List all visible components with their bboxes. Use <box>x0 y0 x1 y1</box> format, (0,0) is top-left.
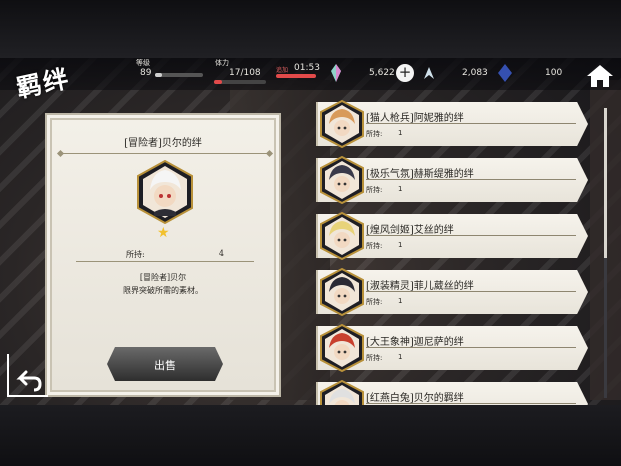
card-owned-label: 所持: <box>366 242 383 250</box>
description-line-2: 限界突破所需的素材。 <box>123 286 203 295</box>
crystal-count: 5,622 <box>369 68 395 78</box>
card-name: [煌风剑姬]艾丝的绊 <box>366 225 454 236</box>
card-owned-value: 1 <box>398 297 403 305</box>
item-description: [冒险者]贝尔 限界突破所需的素材。 <box>52 271 274 297</box>
character-portrait-icon <box>320 268 364 316</box>
bottom-band <box>0 405 621 466</box>
card-owned-value: 1 <box>398 129 403 137</box>
bond-card[interactable]: [红燕白兔]贝尔的羁绊所持:1 <box>310 380 590 405</box>
card-name: [淑装精灵]菲儿葳丝的绊 <box>366 281 474 292</box>
sell-button-label: 出售 <box>154 359 176 372</box>
card-owned-value: 1 <box>398 185 403 193</box>
timer-label: 追加 <box>276 67 289 74</box>
character-portrait-icon <box>320 380 364 405</box>
bond-list: [猫人枪兵]阿妮雅的绊 所持: 1 [极乐气氛]赫斯缇雅的绊 所持: 1 [煌风剑姬]艾丝的… <box>310 100 590 405</box>
card-divider <box>366 123 576 124</box>
currency2-count: 2,083 <box>462 68 488 78</box>
character-portrait-icon <box>320 324 364 372</box>
star-icon: ★ <box>157 225 170 241</box>
card-name: [猫人枪兵]阿妮雅的绊 <box>366 113 464 124</box>
owned-label: 所持: <box>126 250 145 259</box>
owned-value: 4 <box>218 249 224 258</box>
scrollbar-thumb[interactable] <box>604 108 607 258</box>
card-divider <box>366 235 576 236</box>
card-owned-value: 1 <box>398 353 403 361</box>
card-owned-label: 所持: <box>366 298 383 306</box>
stamina-progress-bar <box>214 80 266 84</box>
bond-card[interactable]: [猫人枪兵]阿妮雅的绊 所持: 1 <box>310 100 590 148</box>
home-icon[interactable] <box>586 63 614 89</box>
scrollbar[interactable] <box>604 108 607 398</box>
level-value: 89 <box>140 68 152 78</box>
card-owned-label: 所持: <box>366 354 383 362</box>
status-bar: 等级 89 体力 17/108 追加 01:53 5,622 + 2,083 1… <box>0 58 621 90</box>
currency3-count: 100 <box>545 68 563 78</box>
character-portrait-icon <box>320 212 364 260</box>
card-name: [大王象神]迦尼萨的绊 <box>366 337 464 348</box>
detail-divider <box>60 153 270 154</box>
bond-card[interactable]: [极乐气氛]赫斯缇雅的绊 所持: 1 <box>310 156 590 204</box>
bond-card[interactable]: [煌风剑姬]艾丝的绊 所持: 1 <box>310 212 590 260</box>
owned-row: 所持: 4 <box>76 248 254 262</box>
card-name: [极乐气氛]赫斯缇雅的绊 <box>366 169 474 180</box>
card-divider <box>366 291 576 292</box>
bond-card[interactable]: [淑装精灵]菲儿葳丝的绊 所持: 1 <box>310 268 590 316</box>
bond-card[interactable]: [大王象神]迦尼萨的绊 所持: 1 <box>310 324 590 372</box>
emblem-icon <box>498 64 512 82</box>
top-band <box>0 0 621 58</box>
timer-value: 01:53 <box>294 63 320 73</box>
card-name: [红燕白兔]贝尔的羁绊 <box>366 393 464 404</box>
level-label: 等级 <box>136 59 150 67</box>
card-divider <box>366 179 576 180</box>
wing-icon <box>424 67 434 79</box>
card-owned-value: 1 <box>398 241 403 249</box>
card-divider <box>366 403 576 404</box>
stamina-label: 体力 <box>215 59 229 67</box>
card-divider <box>366 347 576 348</box>
crystal-icon <box>331 64 341 82</box>
bell-portrait-icon <box>137 160 193 224</box>
stamina-value: 17/108 <box>229 68 261 78</box>
card-owned-label: 所持: <box>366 186 383 194</box>
description-line-1: [冒险者]贝尔 <box>139 273 187 282</box>
sell-button[interactable]: 出售 <box>107 347 223 381</box>
character-portrait-icon <box>320 156 364 204</box>
level-progress-bar <box>155 73 203 77</box>
back-arrow-icon[interactable] <box>6 352 50 398</box>
character-portrait-icon <box>320 100 364 148</box>
add-crystal-button[interactable]: + <box>396 64 414 82</box>
card-owned-label: 所持: <box>366 130 383 138</box>
detail-title: [冒险者]贝尔的绊 <box>124 138 202 149</box>
detail-panel: [冒险者]贝尔的绊 ★ 所持: 4 [冒险者]贝尔 限界突破所需的素材。 出售 <box>50 118 276 392</box>
timer-bar <box>276 74 316 78</box>
